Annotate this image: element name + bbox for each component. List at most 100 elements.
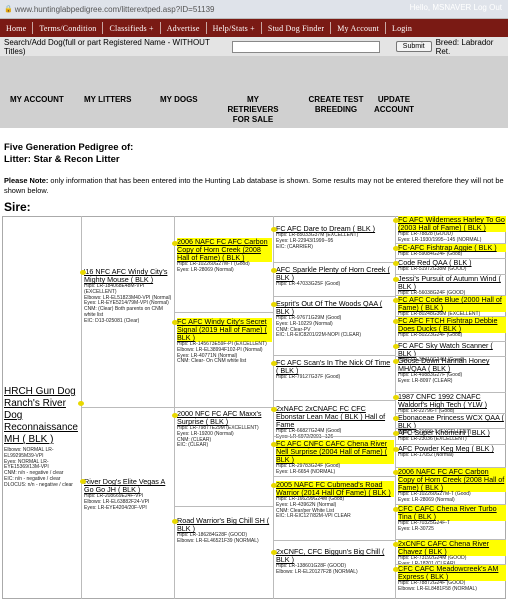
dog-link[interactable]: River Dog's Elite Vegas A Go Go JH ( BLK… xyxy=(84,478,173,494)
tab-my-litters[interactable]: MY LITTERS xyxy=(84,95,131,105)
gen3-3: 2000 NFC FC AFC Maxx's Surprise ( BLK ) … xyxy=(177,410,272,449)
health-details: Hips: LR-17052 (Normal) xyxy=(398,452,454,458)
health-details: Hips: LR-138601G28F (GOOD) Elbows: LR-EL… xyxy=(276,563,358,575)
connector-dot xyxy=(393,218,399,223)
notice: Please Note: only information that has b… xyxy=(4,176,504,196)
health-details: Hips: LR-208669E24F-VPI Elbows: LR-EL638… xyxy=(84,493,150,511)
connector-dot xyxy=(271,442,277,447)
row-divider xyxy=(396,356,506,357)
nav-advertise[interactable]: Advertise xyxy=(167,24,200,33)
nav-home[interactable]: Home xyxy=(6,24,26,33)
dog-link[interactable]: FC AFC Wilderness Harley To Go (2003 Hal… xyxy=(398,216,506,232)
dog-link[interactable]: 1987 CNFC 1992 CNAFC Waldorf's High Tech… xyxy=(398,393,506,409)
dog-link[interactable]: 2006 NAFC FC AFC Carbon Copy of Horn Cre… xyxy=(177,238,272,262)
row-divider xyxy=(175,312,273,313)
health-details: Hips: LR-166299G24M (Good) Eyes: LR-4396… xyxy=(276,496,351,520)
dog-link[interactable]: Jessi's Pursuit of Autumn Wind ( BLK ) xyxy=(398,275,506,291)
connector-dot xyxy=(393,344,399,349)
dog-link[interactable]: FC AFC Code Blue (2000 Hall of Fame) ( B… xyxy=(398,296,506,312)
health-details: Hips: LR-102260G27M-T (Good) Eyes: LR-28… xyxy=(177,261,250,273)
submit-button[interactable]: Submit xyxy=(395,41,432,52)
dog-link[interactable]: Esprit's Out Of The Woods QAA ( BLK ) xyxy=(276,300,394,316)
litter-title: Litter: Star & Recon Litter xyxy=(4,154,120,165)
dog-link[interactable]: CFC CAFC Chena River Turbo Tina ( BLK ) xyxy=(398,505,506,521)
dog-link[interactable]: AFC Sparkle Plenty of Horn Creek ( BLK ) xyxy=(276,266,394,282)
tab-create-test-breeding[interactable]: CREATE TEST BREEDING xyxy=(304,95,368,115)
gen5-3: Code Red QAA ( BLK ) Hips: LR-51972G38M (… xyxy=(398,259,506,273)
nav-classifieds[interactable]: Classifieds + xyxy=(109,24,153,33)
health-details: Hips: LR-78872G24F (GOOD) Elbows: LR-EL8… xyxy=(398,580,477,592)
row-divider xyxy=(274,355,395,356)
health-details: Hips: LR-79877E29M (EXCELLENT) Eyes: LR-… xyxy=(177,425,259,449)
nav-my-account[interactable]: My Account xyxy=(337,24,379,33)
nav-terms[interactable]: Terms/Condition xyxy=(39,24,96,33)
dog-link[interactable]: FC AFC Windy City's Secret Signal (2019 … xyxy=(177,318,272,342)
row-divider xyxy=(274,540,395,541)
nav-help[interactable]: Help/Stats + xyxy=(213,24,255,33)
dog-link[interactable]: FC AFC FTCH Fishtrap Debbie Does Ducks (… xyxy=(398,317,506,333)
dog-link[interactable]: 2xCNFC CAFC Chena River Chavez ( BLK ) xyxy=(398,540,506,556)
health-details: Hips: LR-78828 (GOOD) Eyes: LR-1930/1995… xyxy=(398,231,482,243)
connector-dot xyxy=(271,227,277,232)
connector-dot xyxy=(393,447,399,452)
tab-update-account[interactable]: UPDATE ACCOUNT xyxy=(368,95,420,115)
gen5-4: Jessi's Pursuit of Autumn Wind ( BLK ) Hi… xyxy=(398,275,506,297)
dog-link[interactable]: '16 NFC AFC Windy City's Mighty Mouse ( … xyxy=(84,268,173,284)
gen5-12: AFC Powder Keg Meg ( BLK ) Hips: LR-17052… xyxy=(398,445,506,459)
connector-dot xyxy=(271,407,277,412)
main-nav: Home Terms/Condition Classifieds + Adver… xyxy=(0,19,508,37)
row-divider xyxy=(396,428,506,429)
sire-heading: Sire: xyxy=(4,200,31,214)
gen3-4: Road Warrior's Big Chill SH ( BLK ) Hips… xyxy=(177,517,272,545)
connector-dot xyxy=(393,261,399,266)
dog-link[interactable]: 2xCNFC, CFC Biggun's Big Chill ( BLK ) xyxy=(276,548,394,564)
health-details: Hips: LR-79127G37F (Good) xyxy=(276,374,341,380)
row-divider xyxy=(396,504,506,505)
gen4-4: FC AFC Scan's In The Nick Of Time ( BLK … xyxy=(276,359,394,381)
dog-link[interactable]: FC AFC Scan's In The Nick Of Time ( BLK … xyxy=(276,359,394,375)
dog-link[interactable]: HRCH Gun Dog Ranch's River Dog Reconnais… xyxy=(4,386,80,446)
row-divider xyxy=(396,341,506,342)
health-details: Hips: LR-47033G25F (Good) xyxy=(276,281,341,287)
connector-dot xyxy=(393,416,399,421)
row-divider xyxy=(396,564,506,565)
tab-my-retrievers-for-sale[interactable]: MY RETRIEVERS FOR SALE xyxy=(218,95,288,125)
dog-link[interactable]: 2xNAFC 2xCNAFC FC CFC Ebonstar Lean Mac … xyxy=(276,405,394,429)
gen4-6: FC AFC CNFC CAFC Chena River Nell Surpri… xyxy=(276,440,394,476)
gen3-1: 2006 NAFC FC AFC Carbon Copy of Horn Cre… xyxy=(177,238,272,274)
connector-dot xyxy=(393,431,399,436)
connector-dot xyxy=(271,550,277,555)
url-text[interactable]: www.huntinglabpedigree.com/litterextped.… xyxy=(15,5,215,14)
search-input[interactable] xyxy=(232,40,380,53)
notice-label: Please Note: xyxy=(4,176,49,185)
dog-link[interactable]: CFC CAFC Meadowcreek's AM Express ( BLK … xyxy=(398,565,506,581)
address-bar[interactable]: 🔒 www.huntinglabpedigree.com/litterextpe… xyxy=(0,0,508,19)
nav-stud-dog-finder[interactable]: Stud Dog Finder xyxy=(268,24,324,33)
dog-link[interactable]: 2000 NFC FC AFC Maxx's Surprise ( BLK ) xyxy=(177,410,272,426)
row-divider xyxy=(175,506,273,507)
user-greeting[interactable]: Hello, MSNAVER Log Out xyxy=(410,3,502,12)
row-divider xyxy=(274,296,395,297)
row-divider xyxy=(396,392,506,393)
dog-link[interactable]: 2006 NAFC FC AFC Carbon Copy of Horn Cre… xyxy=(398,468,506,492)
health-details: Hips: LR-51972G38M (GOOD) xyxy=(398,266,467,272)
gen5-14: CFC CAFC Chena River Turbo Tina ( BLK ) H… xyxy=(398,505,506,533)
nav-login[interactable]: Login xyxy=(392,24,412,33)
dog-link[interactable]: Road Warrior's Big Chill SH ( BLK ) xyxy=(177,517,272,533)
connector-dot xyxy=(172,241,178,246)
gen5-9: 1987 CNFC 1992 CNAFC Waldorf's High Tech… xyxy=(398,393,506,415)
tab-my-account[interactable]: MY ACCOUNT xyxy=(10,95,64,105)
dog-link[interactable]: Goose Down Hannah Honey MH/QAA ( BLK ) xyxy=(398,357,506,373)
health-details: Hips: LR-102260G27M-T (Good) Eyes: LR-28… xyxy=(398,491,471,503)
gen5-11: AFC Super Khomeini ( BLK ) Hips: LR-23036… xyxy=(398,429,506,443)
gen1-sire: HRCH Gun Dog Ranch's River Dog Reconnais… xyxy=(4,386,80,489)
dog-link[interactable]: 2005 NAFC FC Cubmead's Road Warrior (201… xyxy=(276,481,394,497)
tab-my-dogs[interactable]: MY DOGS xyxy=(160,95,198,105)
connector-dot xyxy=(172,519,178,524)
row-divider xyxy=(396,413,506,414)
dog-link[interactable]: FC AFC CNFC CAFC Chena River Nell Surpri… xyxy=(276,440,394,464)
search-label: Search/Add Dog(full or part Registered N… xyxy=(4,37,210,56)
row-divider xyxy=(274,400,395,401)
gen2-sire: '16 NFC AFC Windy City's Mighty Mouse ( … xyxy=(84,268,173,325)
gen5-6: FC AFC FTCH Fishtrap Debbie Does Ducks (… xyxy=(398,317,506,339)
